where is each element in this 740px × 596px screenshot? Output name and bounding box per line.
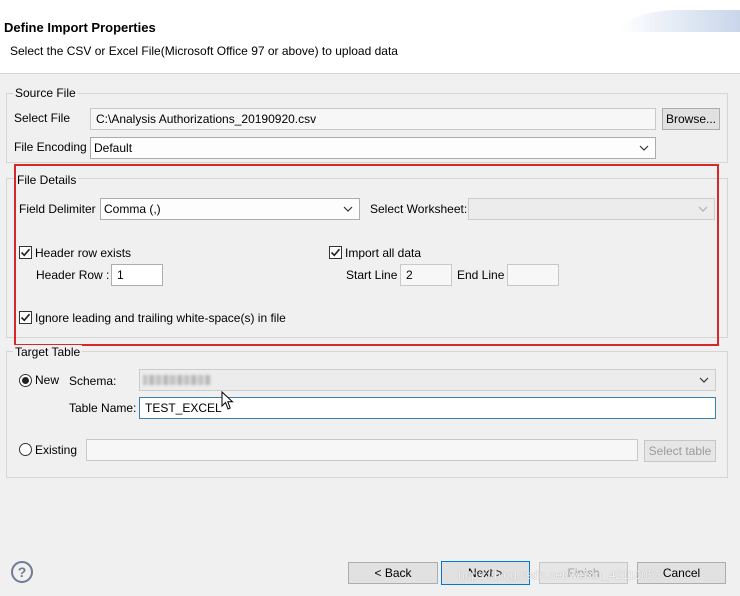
table-name-label: Table Name: [69,401,137,415]
schema-select[interactable] [139,369,716,391]
source-file-legend: Source File [13,86,78,100]
target-table-legend: Target Table [13,345,83,359]
new-table-label: New [35,373,60,387]
new-table-radio[interactable] [19,374,32,387]
select-file-input[interactable]: C:\Analysis Authorizations_20190920.csv [90,108,656,130]
existing-table-input[interactable] [86,439,638,461]
select-file-label: Select File [14,111,71,125]
page-title: Define Import Properties [4,20,156,35]
browse-button[interactable]: Browse... [662,108,720,130]
file-encoding-select[interactable]: Default [90,137,656,159]
file-encoding-label: File Encoding [14,140,87,154]
existing-table-label: Existing [35,443,78,457]
file-encoding-value: Default [94,141,133,155]
chevron-down-icon [699,377,709,383]
watermark-text: https://blog.csdn.net/weixin_42110053 [458,568,662,582]
schema-redacted-blur [143,375,211,385]
back-button[interactable]: < Back [348,562,438,584]
select-table-button[interactable]: Select table [644,440,716,462]
schema-label: Schema: [69,374,117,388]
mouse-pointer-icon [221,391,234,410]
wizard-header: Define Import Properties Select the CSV … [0,0,740,74]
header-banner-graphic [620,10,740,32]
chevron-down-icon [639,145,649,151]
page-subtitle: Select the CSV or Excel File(Microsoft O… [10,44,398,58]
existing-table-radio[interactable] [19,443,32,456]
help-question-icon[interactable]: ? [11,561,33,583]
highlight-annotation-box [14,164,719,346]
radio-selected-dot [22,377,29,384]
header-titlebar-remnant [0,0,40,4]
